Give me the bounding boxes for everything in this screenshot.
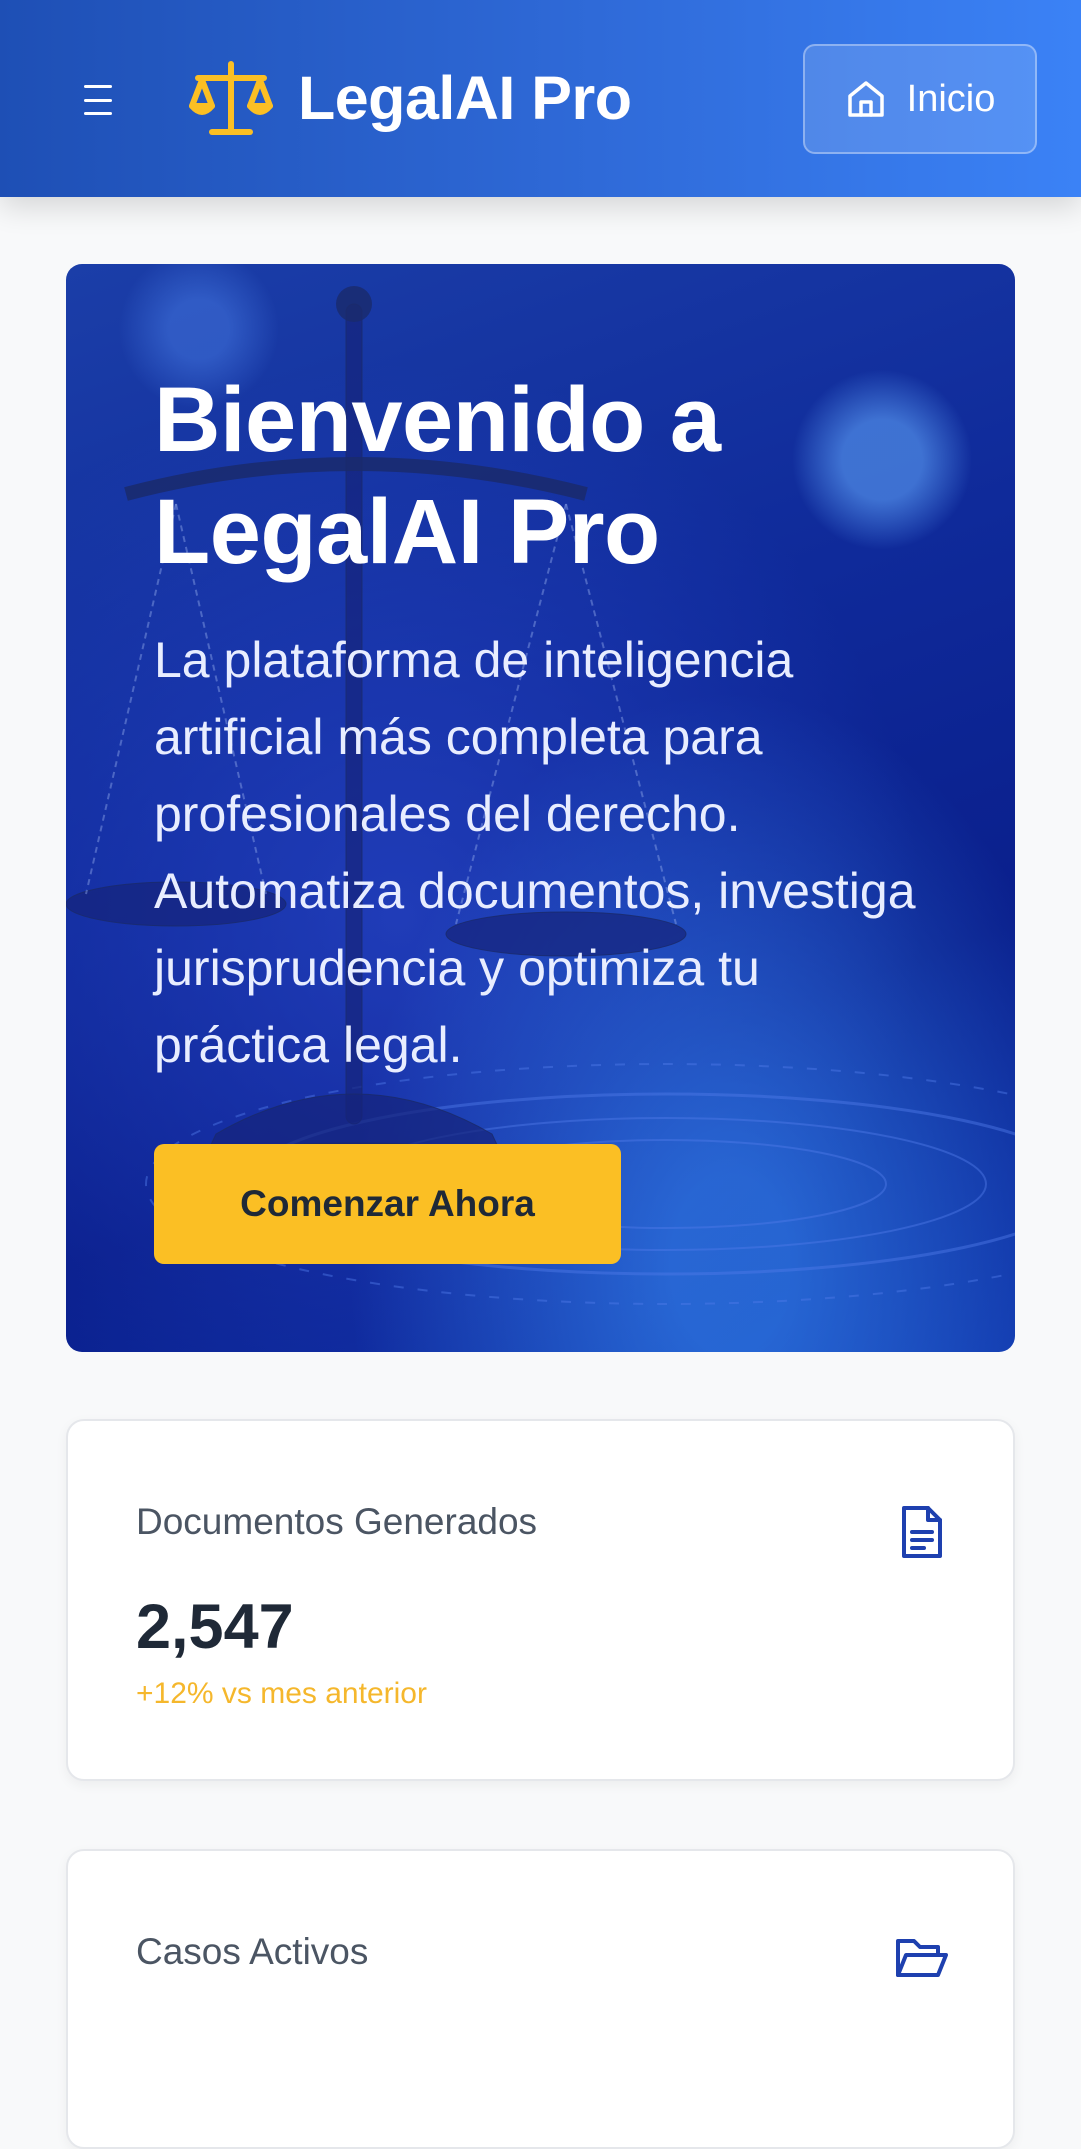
app-header: LegalAI Pro Inicio xyxy=(0,0,1081,197)
brand-logo[interactable]: LegalAI Pro xyxy=(188,58,632,138)
stat-change: +12% vs mes anterior xyxy=(136,1677,427,1710)
hero-title: Bienvenido a LegalAI Pro xyxy=(154,369,721,583)
home-button[interactable]: Inicio xyxy=(803,44,1037,154)
hero-description: La plataforma de inteligencia artificial… xyxy=(154,632,916,1073)
document-icon xyxy=(902,1506,942,1558)
stat-value: 2,547 xyxy=(136,1592,294,1662)
hero-banner: Bienvenido a LegalAI Pro La plataforma d… xyxy=(66,264,1015,1352)
stat-label: Documentos Generados xyxy=(136,1501,538,1542)
hero-content: Bienvenido a LegalAI Pro La plataforma d… xyxy=(154,364,934,1084)
start-now-button[interactable]: Comenzar Ahora xyxy=(154,1144,621,1264)
stat-label: Casos Activos xyxy=(136,1931,369,1972)
stat-card-documents: Documentos Generados 2,547 +12% vs mes a… xyxy=(66,1419,1015,1781)
hamburger-menu-icon[interactable] xyxy=(72,76,124,124)
stat-card-active-cases: Casos Activos xyxy=(66,1849,1015,2149)
folder-open-icon xyxy=(896,1939,948,1977)
home-button-label: Inicio xyxy=(906,77,996,120)
home-icon xyxy=(847,81,884,117)
brand-name: LegalAI Pro xyxy=(298,64,632,132)
scales-icon xyxy=(189,61,273,135)
